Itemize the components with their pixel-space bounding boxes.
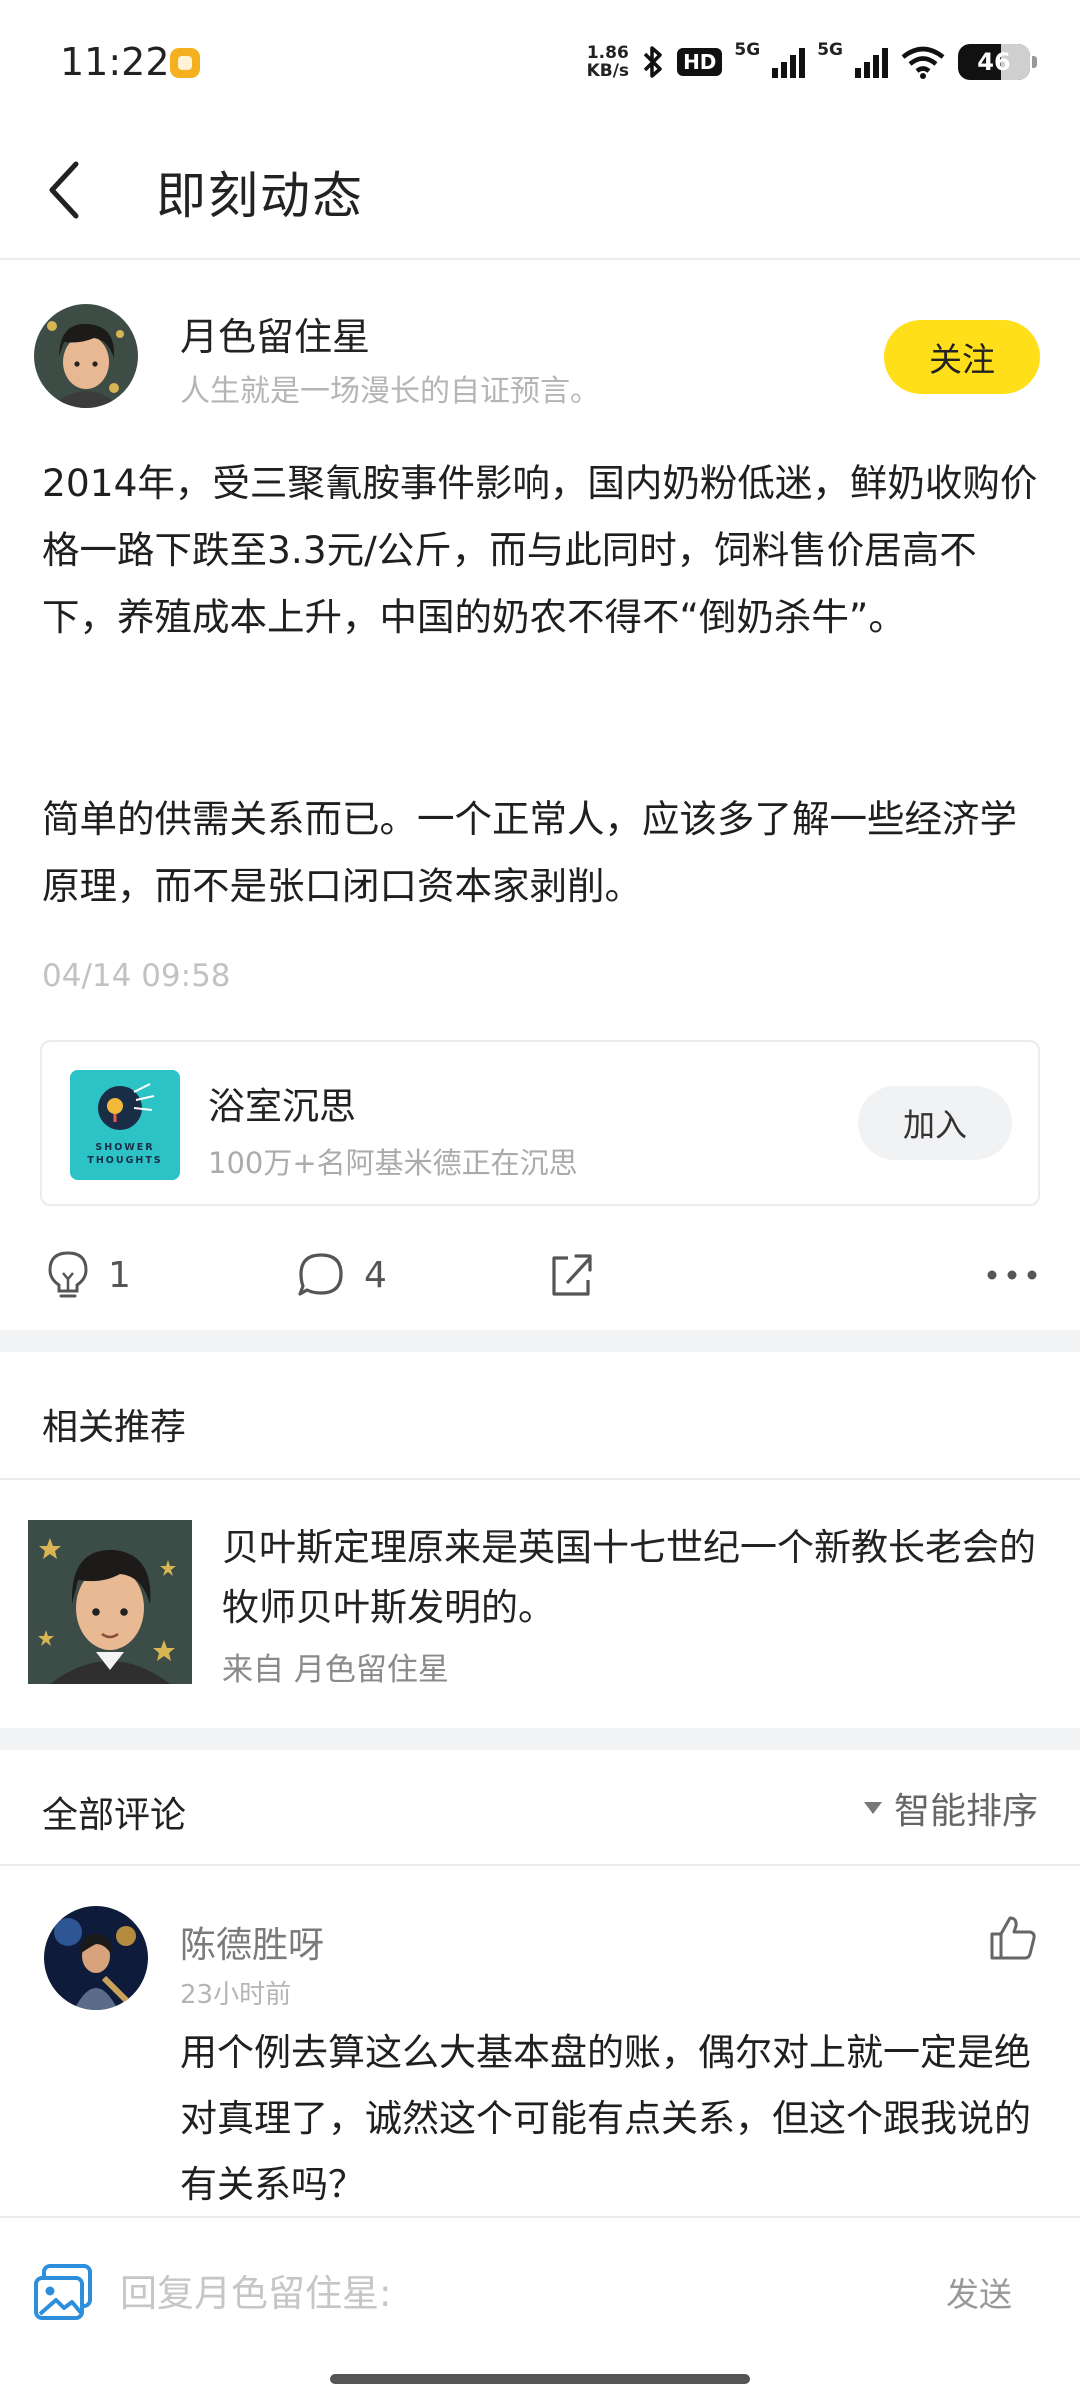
like-count: 1 <box>108 1254 131 1296</box>
comment-bubble-icon <box>298 1253 343 1296</box>
share-icon <box>552 1254 592 1296</box>
network-speed: 1.86 KB/s <box>586 43 630 81</box>
post-timestamp: 04/14 09:58 <box>42 958 231 994</box>
more-dots-icon <box>987 1270 1037 1280</box>
insert-image-button[interactable] <box>32 2262 94 2324</box>
topic-card[interactable]: SHOWER THOUGHTS 浴室沉思 100万+名阿基米德正在沉思 加入 <box>40 1040 1040 1206</box>
top-nav-bar: 即刻动态 <box>0 120 1080 260</box>
author-signature: 人生就是一场漫长的自证预言。 <box>180 374 600 409</box>
post-paragraph-1: 2014年，受三聚氰胺事件影响，国内奶粉低迷，鲜奶收购价格一路下跌至3.3元/公… <box>42 461 1038 639</box>
more-button[interactable] <box>984 1240 1040 1310</box>
author-name[interactable]: 月色留住星 <box>180 306 370 361</box>
commenter-avatar[interactable] <box>44 1906 148 2010</box>
comment-action[interactable]: 4 <box>296 1240 387 1310</box>
status-icons: 1.86 KB/s HD 5G 5G 46 <box>586 40 1037 84</box>
sort-dropdown[interactable]: 智能排序 <box>862 1782 1038 1834</box>
bluetooth-icon <box>643 46 662 78</box>
comments-section-title: 全部评论 <box>42 1795 187 1836</box>
signal-icon-1 <box>772 46 806 78</box>
svg-text:THOUGHTS: THOUGHTS <box>87 1155 162 1166</box>
status-time: 11:22 <box>60 40 170 84</box>
battery-icon: 46 <box>958 44 1037 80</box>
image-icon <box>34 2264 92 2320</box>
section-separator <box>0 1728 1080 1750</box>
network-type-1: 5G <box>734 40 761 60</box>
section-separator <box>0 1330 1080 1352</box>
page-title: 即刻动态 <box>156 167 364 225</box>
reply-bar: 发送 <box>0 2216 1080 2366</box>
post-paragraph-2: 简单的供需关系而已。一个正常人，应该多了解一些经济学原理，而不是张口闭口资本家剥… <box>42 797 1017 908</box>
svg-text:SHOWER: SHOWER <box>95 1142 154 1153</box>
divider <box>0 1864 1080 1866</box>
reply-input[interactable] <box>120 2258 900 2328</box>
sort-label: 智能排序 <box>893 1791 1038 1832</box>
share-button[interactable] <box>546 1240 596 1310</box>
related-item-text: 贝叶斯定理原来是英国十七世纪一个新教长老会的牧师贝叶斯发明的。 <box>222 1526 1036 1629</box>
like-action[interactable]: 1 <box>46 1240 131 1310</box>
topic-description: 100万+名阿基米德正在沉思 <box>208 1146 578 1180</box>
related-item-thumbnail <box>28 1520 192 1684</box>
status-bar: 11:22 1.86 KB/s HD 5G 5G 46 <box>0 0 1080 120</box>
comment-timestamp: 23小时前 <box>180 1980 292 2010</box>
comment-like-button[interactable] <box>988 1912 1038 1962</box>
divider <box>0 1478 1080 1480</box>
wifi-icon <box>901 46 945 79</box>
thumbs-up-icon <box>990 1916 1036 1960</box>
network-type-2: 5G <box>817 40 843 60</box>
home-indicator[interactable] <box>330 2374 750 2384</box>
comment-count: 4 <box>364 1254 387 1296</box>
back-button[interactable] <box>38 150 98 230</box>
related-section-title: 相关推荐 <box>42 1407 187 1448</box>
follow-button[interactable]: 关注 <box>884 320 1040 394</box>
send-button[interactable]: 发送 <box>946 2268 1012 2316</box>
chevron-left-icon <box>49 161 79 219</box>
topic-name: 浴室沉思 <box>208 1085 356 1128</box>
join-topic-button[interactable]: 加入 <box>858 1086 1012 1160</box>
commenter-name[interactable]: 陈德胜呀 <box>180 1916 324 1968</box>
lightbulb-icon <box>48 1251 88 1298</box>
notification-app-icon <box>170 48 200 78</box>
signal-icon-2 <box>855 46 888 78</box>
comment-text: 用个例去算这么大基本盘的账，偶尔对上就一定是绝对真理了，诚然这个可能有点关系，但… <box>180 2031 1031 2206</box>
topic-logo: SHOWER THOUGHTS <box>70 1070 180 1180</box>
hd-voice-icon: HD <box>677 48 723 76</box>
author-avatar[interactable] <box>34 304 138 408</box>
caret-down-icon <box>863 1802 882 1814</box>
related-item-source: 来自 月色留住星 <box>222 1652 449 1688</box>
